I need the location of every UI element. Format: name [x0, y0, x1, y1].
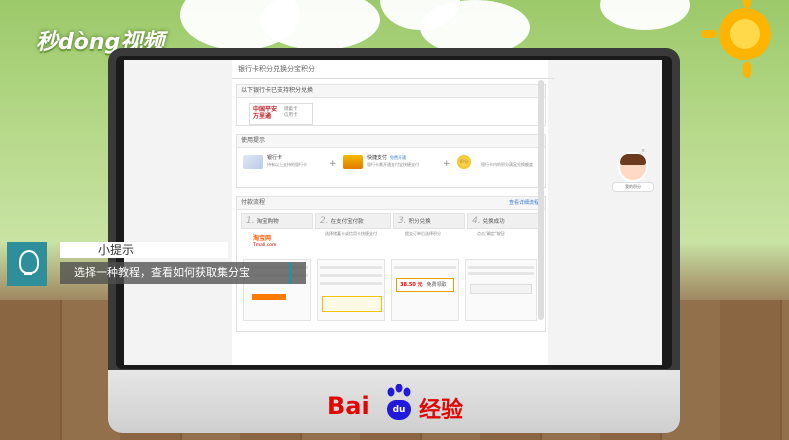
close-icon[interactable]: × — [641, 148, 645, 154]
view-flow-link[interactable]: 查看详细流程 — [509, 197, 539, 209]
page-title: 银行卡积分兑换分宝积分 — [232, 60, 554, 79]
step-screenshot-3: 38.50 元免费领取 — [391, 259, 459, 321]
web-page: 银行卡积分兑换分宝积分 以下银行卡已支持积分兑换 中国平安 万里通 储蓄卡 信用… — [232, 60, 554, 365]
usage-item-desc: 持有以上支持的银行卡 — [267, 162, 307, 167]
points-coin-icon: 积分 — [457, 155, 471, 169]
bank-logo: 中国平安 万里通 — [253, 106, 278, 120]
sun-ray — [743, 0, 751, 8]
sun-ray — [701, 30, 717, 38]
usage-item-title: 快捷支付 免费开通 — [367, 155, 407, 161]
free-claim-button[interactable]: 免费领取 — [427, 282, 447, 288]
step-desc: 提交订单后选择积分 — [405, 231, 441, 236]
cloud-decoration — [260, 0, 380, 50]
screen: 银行卡积分兑换分宝积分 以下银行卡已支持积分兑换 中国平安 万里通 储蓄卡 信用… — [124, 60, 662, 365]
tip-overlay: 小提示 选择一种教程，查看如何获取集分宝 — [0, 242, 306, 290]
baidu-jingyan-text: 经验 — [419, 398, 464, 423]
bank-card-types: 储蓄卡 信用卡 — [284, 107, 298, 119]
banks-section: 以下银行卡已支持积分兑换 中国平安 万里通 储蓄卡 信用卡 — [236, 84, 546, 126]
step-desc: 选择储蓄卡或信用卡快捷支付 — [325, 231, 377, 236]
section-title: 使用提示 — [237, 135, 545, 148]
step-1: 1. 淘宝购物 — [241, 213, 313, 229]
card-type-credit: 信用卡 — [284, 113, 298, 118]
tip-label: 小提示 — [60, 242, 228, 258]
baidu-bai-text: Bai — [327, 392, 370, 420]
step-desc: 点击"确定"按钮 — [477, 231, 505, 236]
section-title: 以下银行卡已支持积分兑换 — [237, 85, 545, 98]
lightbulb-icon — [19, 250, 39, 274]
usage-item-quick-pay: 快捷支付 免费开通 银行卡需开通支付宝快捷支付 — [343, 153, 433, 175]
step-2: 2. 在支付宝付款 — [315, 213, 391, 229]
usage-item-desc: 银行卡需开通支付宝快捷支付 — [367, 162, 419, 167]
sun-icon — [719, 8, 771, 60]
assistant-label[interactable]: 我的积分 — [612, 182, 654, 192]
quick-pay-icon — [343, 155, 363, 169]
step-4: 4. 兑换成功 — [467, 213, 541, 229]
usage-item-title: 银行卡 — [267, 155, 283, 161]
usage-section: 使用提示 银行卡 持有以上支持的银行卡 + 快捷支付 免费开通 银行卡需开通支付宝… — [236, 134, 546, 188]
sun-ray — [743, 62, 751, 78]
usage-item-bank-card: 银行卡 持有以上支持的银行卡 — [243, 153, 323, 175]
baidu-du-text: du — [387, 400, 411, 420]
assistant-avatar[interactable] — [618, 152, 648, 182]
lightbulb-base — [24, 272, 32, 275]
tip-text: 选择一种教程，查看如何获取集分宝 — [60, 262, 306, 284]
page-scrollbar[interactable] — [538, 80, 544, 320]
usage-item-points: 积分 银行卡内的积分满足兑换额度 — [457, 153, 541, 175]
steps-bar: 1. 淘宝购物 2. 在支付宝付款 3. 积分兑换 4. 兑换成功 — [241, 213, 541, 229]
usage-item-desc: 银行卡内的积分满足兑换额度 — [481, 162, 533, 167]
tip-divider — [289, 262, 292, 284]
bank-card-icon — [243, 155, 263, 169]
amount-text: 38.50 元 — [400, 282, 423, 288]
avatar-hair — [620, 154, 646, 165]
step-screenshot-4 — [465, 259, 537, 321]
step-screenshot-2 — [317, 259, 385, 321]
plus-icon: + — [329, 159, 337, 169]
section-title: 付款流程 — [237, 197, 545, 210]
plus-icon: + — [443, 159, 451, 169]
taobao-logo: 淘宝网 — [253, 235, 272, 242]
bank-card-ping-an[interactable]: 中国平安 万里通 储蓄卡 信用卡 — [249, 103, 313, 125]
step-3: 3. 积分兑换 — [393, 213, 465, 229]
tip-badge — [7, 242, 47, 286]
cloud-decoration — [600, 0, 690, 30]
open-free-link[interactable]: 免费开通 — [390, 155, 406, 160]
